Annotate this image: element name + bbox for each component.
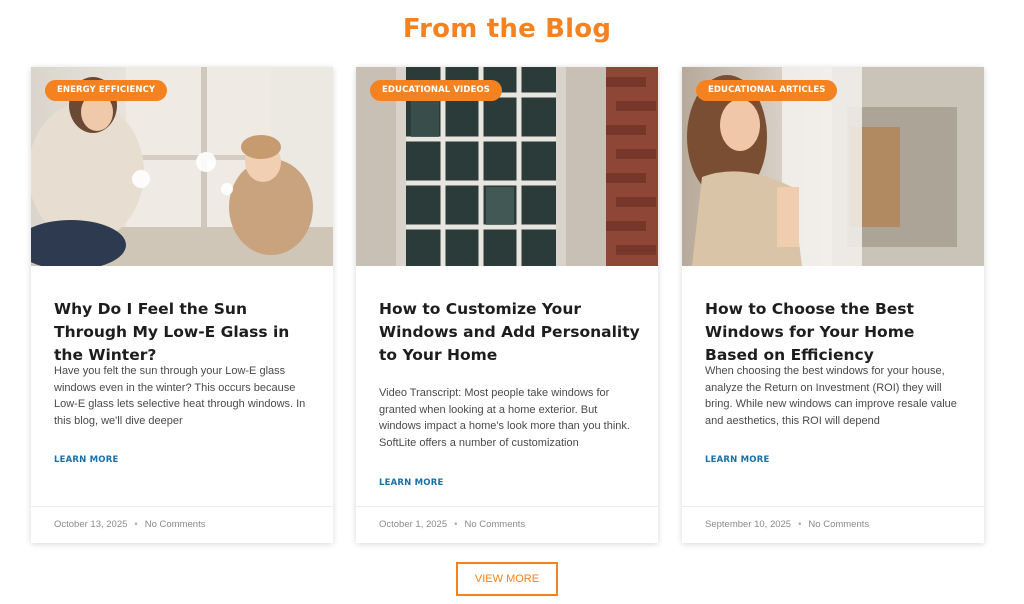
meta-separator: •: [454, 519, 458, 530]
post-comments-link[interactable]: No Comments: [808, 519, 869, 530]
post-date: September 10, 2025: [705, 519, 792, 530]
post-image-woman-at-window[interactable]: EDUCATIONAL ARTICLES: [682, 67, 984, 266]
post-comments-link[interactable]: No Comments: [145, 519, 206, 530]
post-comments-link[interactable]: No Comments: [464, 519, 525, 530]
card-divider: [356, 506, 658, 507]
learn-more-link[interactable]: LEARN MORE: [379, 478, 443, 488]
post-date: October 13, 2025: [54, 519, 128, 530]
learn-more-link[interactable]: LEARN MORE: [705, 455, 769, 465]
post-excerpt: Have you felt the sun through your Low-E…: [54, 365, 306, 427]
meta-separator: •: [134, 519, 138, 530]
category-badge[interactable]: EDUCATIONAL ARTICLES: [696, 80, 838, 101]
view-more-button[interactable]: VIEW MORE: [456, 562, 558, 596]
category-badge[interactable]: ENERGY EFFICIENCY: [45, 80, 168, 101]
card-divider: [31, 506, 333, 507]
post-image-brick-house-window[interactable]: EDUCATIONAL VIDEOS: [356, 67, 658, 266]
card-divider: [682, 506, 984, 507]
post-meta: October 1, 2025 • No Comments: [379, 519, 525, 530]
post-excerpt: Video Transcript: Most people take windo…: [379, 387, 630, 449]
post-excerpt: When choosing the best windows for your …: [705, 365, 957, 427]
section-title: From the Blog: [402, 14, 612, 44]
post-title[interactable]: How to Customize Your Windows and Add Pe…: [379, 298, 641, 367]
blog-card[interactable]: EDUCATIONAL ARTICLES How to Choose the B…: [682, 67, 984, 543]
post-title[interactable]: Why Do I Feel the Sun Through My Low-E G…: [54, 298, 316, 367]
post-meta: October 13, 2025 • No Comments: [54, 519, 205, 530]
learn-more-link[interactable]: LEARN MORE: [54, 455, 118, 465]
blog-card[interactable]: EDUCATIONAL VIDEOS How to Customize Your…: [356, 67, 658, 543]
blog-card[interactable]: ENERGY EFFICIENCY Why Do I Feel the Sun …: [31, 67, 333, 543]
post-image-mother-daughter-snowflakes[interactable]: ENERGY EFFICIENCY: [31, 67, 333, 266]
post-title[interactable]: How to Choose the Best Windows for Your …: [705, 298, 967, 367]
meta-separator: •: [798, 519, 802, 530]
post-meta: September 10, 2025 • No Comments: [705, 519, 869, 530]
post-date: October 1, 2025: [379, 519, 448, 530]
category-badge[interactable]: EDUCATIONAL VIDEOS: [370, 80, 502, 101]
